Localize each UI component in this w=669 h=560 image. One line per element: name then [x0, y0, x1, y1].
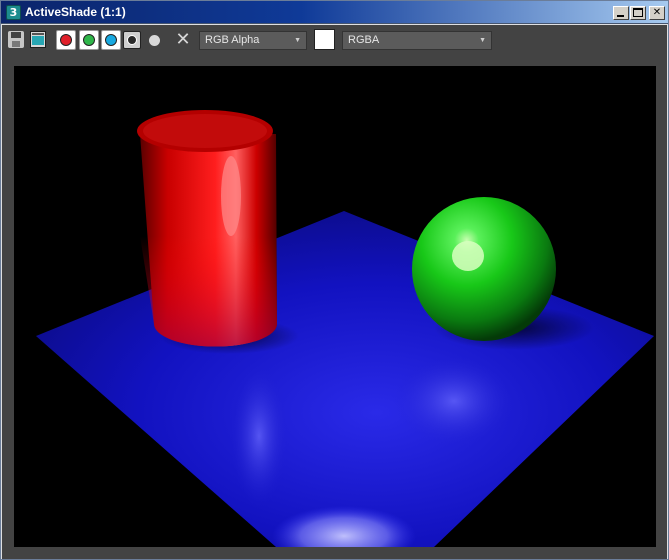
blue-channel-toggle[interactable] — [101, 30, 121, 50]
close-icon: ✕ — [652, 7, 662, 18]
minimize-button[interactable] — [613, 6, 629, 20]
title-bar[interactable]: 3 ActiveShade (1:1) ✕ — [1, 1, 668, 24]
green-channel-toggle[interactable] — [79, 30, 99, 50]
save-image-icon[interactable] — [8, 31, 24, 48]
window-title: ActiveShade (1:1) — [25, 5, 126, 19]
alpha-channel-icon — [127, 35, 137, 45]
render-toolbar: ✕ RGB Alpha ▼ RGBA ▼ — [2, 25, 667, 55]
background-color-swatch[interactable] — [314, 29, 335, 50]
green-channel-icon — [83, 34, 95, 46]
green-sphere — [412, 197, 556, 341]
blue-channel-icon — [105, 34, 117, 46]
clear-icon[interactable]: ✕ — [174, 31, 192, 49]
sphere-reflection — [394, 356, 514, 446]
render-frame-border — [2, 55, 667, 559]
red-channel-icon — [60, 34, 72, 46]
minimize-icon — [617, 15, 624, 17]
clone-rendered-frame-icon[interactable] — [30, 31, 46, 48]
red-cylinder — [137, 110, 277, 347]
maximize-icon — [633, 8, 643, 17]
alpha-channel-toggle[interactable] — [123, 31, 141, 49]
rendered-scene — [36, 110, 654, 547]
red-channel-toggle[interactable] — [56, 30, 76, 50]
cylinder-reflection — [231, 366, 287, 506]
close-button[interactable]: ✕ — [649, 6, 665, 20]
chevron-down-icon: ▼ — [294, 37, 301, 44]
channel-display-value: RGB Alpha — [205, 34, 260, 46]
channel-display-dropdown[interactable]: RGB Alpha ▼ — [199, 31, 307, 50]
render-channel-value: RGBA — [348, 34, 380, 46]
activeshade-window: 3 ActiveShade (1:1) ✕ ✕ RGB Alpha ▼ RGBA… — [0, 0, 669, 560]
3dsmax-app-icon[interactable]: 3 — [6, 5, 21, 20]
maximize-button[interactable] — [630, 6, 646, 20]
monochrome-toggle-icon[interactable] — [149, 35, 160, 46]
blue-plane — [36, 211, 654, 547]
render-viewport[interactable] — [14, 66, 656, 547]
render-channel-dropdown[interactable]: RGBA ▼ — [342, 31, 492, 50]
chevron-down-icon: ▼ — [479, 37, 486, 44]
